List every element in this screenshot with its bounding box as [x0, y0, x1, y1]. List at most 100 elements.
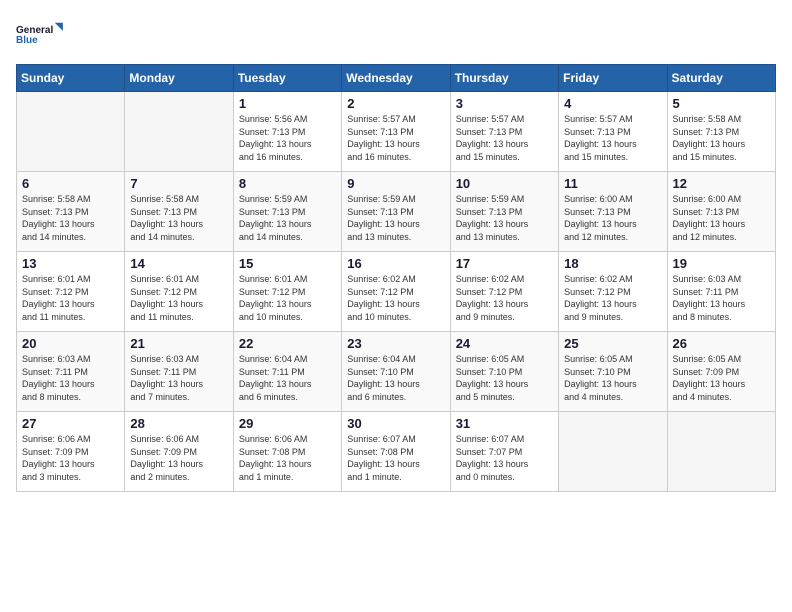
calendar-cell: 14 Sunrise: 6:01 AM Sunset: 7:12 PM Dayli… [125, 252, 233, 332]
day-info: Sunrise: 6:06 AM Sunset: 7:09 PM Dayligh… [130, 433, 227, 483]
logo: General Blue [16, 16, 66, 52]
calendar-cell: 24 Sunrise: 6:05 AM Sunset: 7:10 PM Dayli… [450, 332, 558, 412]
day-number: 19 [673, 256, 770, 271]
svg-text:General: General [16, 25, 53, 36]
day-header-wednesday: Wednesday [342, 65, 450, 92]
day-number: 23 [347, 336, 444, 351]
calendar-cell: 10Sunrise: 5:59 AM Sunset: 7:13 PM Dayli… [450, 172, 558, 252]
day-info: Sunrise: 5:59 AM Sunset: 7:13 PM Dayligh… [239, 193, 336, 243]
day-info: Sunrise: 5:57 AM Sunset: 7:13 PM Dayligh… [564, 113, 661, 163]
calendar-week-1: 1 Sunrise: 5:56 AM Sunset: 7:13 PM Daylig… [17, 92, 776, 172]
day-info: Sunrise: 6:07 AM Sunset: 7:08 PM Dayligh… [347, 433, 444, 483]
day-info: Sunrise: 6:06 AM Sunset: 7:09 PM Dayligh… [22, 433, 119, 483]
calendar-cell: 1 Sunrise: 5:56 AM Sunset: 7:13 PM Daylig… [233, 92, 341, 172]
day-number: 25 [564, 336, 661, 351]
calendar-cell: 6Sunrise: 5:58 AM Sunset: 7:13 PM Daylig… [17, 172, 125, 252]
calendar-cell: 29 Sunrise: 6:06 AM Sunset: 7:08 PM Dayli… [233, 412, 341, 492]
day-header-monday: Monday [125, 65, 233, 92]
calendar-cell: 26 Sunrise: 6:05 AM Sunset: 7:09 PM Dayli… [667, 332, 775, 412]
day-number: 9 [347, 176, 444, 191]
day-info: Sunrise: 6:01 AM Sunset: 7:12 PM Dayligh… [22, 273, 119, 323]
day-number: 24 [456, 336, 553, 351]
calendar-cell [667, 412, 775, 492]
calendar-cell: 3 Sunrise: 5:57 AM Sunset: 7:13 PM Daylig… [450, 92, 558, 172]
calendar-cell: 30 Sunrise: 6:07 AM Sunset: 7:08 PM Dayli… [342, 412, 450, 492]
day-info: Sunrise: 6:02 AM Sunset: 7:12 PM Dayligh… [456, 273, 553, 323]
calendar-cell: 17 Sunrise: 6:02 AM Sunset: 7:12 PM Dayli… [450, 252, 558, 332]
day-header-friday: Friday [559, 65, 667, 92]
calendar-cell: 11 Sunrise: 6:00 AM Sunset: 7:13 PM Dayli… [559, 172, 667, 252]
day-info: Sunrise: 5:58 AM Sunset: 7:13 PM Dayligh… [673, 113, 770, 163]
day-info: Sunrise: 5:57 AM Sunset: 7:13 PM Dayligh… [456, 113, 553, 163]
day-number: 13 [22, 256, 119, 271]
day-header-thursday: Thursday [450, 65, 558, 92]
day-number: 15 [239, 256, 336, 271]
logo-icon: General Blue [16, 16, 66, 52]
calendar-cell: 25 Sunrise: 6:05 AM Sunset: 7:10 PM Dayli… [559, 332, 667, 412]
calendar-cell: 20 Sunrise: 6:03 AM Sunset: 7:11 PM Dayli… [17, 332, 125, 412]
day-info: Sunrise: 6:05 AM Sunset: 7:10 PM Dayligh… [456, 353, 553, 403]
day-number: 26 [673, 336, 770, 351]
calendar-cell: 9 Sunrise: 5:59 AM Sunset: 7:13 PM Daylig… [342, 172, 450, 252]
day-number: 16 [347, 256, 444, 271]
day-header-sunday: Sunday [17, 65, 125, 92]
day-number: 30 [347, 416, 444, 431]
calendar-cell [17, 92, 125, 172]
day-number: 28 [130, 416, 227, 431]
svg-text:Blue: Blue [16, 35, 38, 46]
day-info: Sunrise: 6:02 AM Sunset: 7:12 PM Dayligh… [347, 273, 444, 323]
day-info: Sunrise: 6:00 AM Sunset: 7:13 PM Dayligh… [564, 193, 661, 243]
day-info: Sunrise: 6:02 AM Sunset: 7:12 PM Dayligh… [564, 273, 661, 323]
calendar-week-5: 27 Sunrise: 6:06 AM Sunset: 7:09 PM Dayli… [17, 412, 776, 492]
calendar-cell: 16 Sunrise: 6:02 AM Sunset: 7:12 PM Dayli… [342, 252, 450, 332]
day-info: Sunrise: 6:04 AM Sunset: 7:10 PM Dayligh… [347, 353, 444, 403]
day-number: 29 [239, 416, 336, 431]
calendar-cell: 12Sunrise: 6:00 AM Sunset: 7:13 PM Dayli… [667, 172, 775, 252]
day-info: Sunrise: 5:57 AM Sunset: 7:13 PM Dayligh… [347, 113, 444, 163]
day-number: 12 [673, 176, 770, 191]
calendar-table: SundayMondayTuesdayWednesdayThursdayFrid… [16, 64, 776, 492]
calendar-cell: 5Sunrise: 5:58 AM Sunset: 7:13 PM Daylig… [667, 92, 775, 172]
day-info: Sunrise: 6:05 AM Sunset: 7:09 PM Dayligh… [673, 353, 770, 403]
calendar-cell: 18 Sunrise: 6:02 AM Sunset: 7:12 PM Dayli… [559, 252, 667, 332]
calendar-cell: 8Sunrise: 5:59 AM Sunset: 7:13 PM Daylig… [233, 172, 341, 252]
day-info: Sunrise: 6:03 AM Sunset: 7:11 PM Dayligh… [130, 353, 227, 403]
calendar-cell [559, 412, 667, 492]
calendar-week-4: 20 Sunrise: 6:03 AM Sunset: 7:11 PM Dayli… [17, 332, 776, 412]
day-info: Sunrise: 6:05 AM Sunset: 7:10 PM Dayligh… [564, 353, 661, 403]
day-number: 10 [456, 176, 553, 191]
calendar-cell: 21 Sunrise: 6:03 AM Sunset: 7:11 PM Dayli… [125, 332, 233, 412]
calendar-cell: 13 Sunrise: 6:01 AM Sunset: 7:12 PM Dayli… [17, 252, 125, 332]
calendar-cell: 28 Sunrise: 6:06 AM Sunset: 7:09 PM Dayli… [125, 412, 233, 492]
calendar-cell: 2 Sunrise: 5:57 AM Sunset: 7:13 PM Daylig… [342, 92, 450, 172]
day-info: Sunrise: 5:59 AM Sunset: 7:13 PM Dayligh… [347, 193, 444, 243]
day-number: 1 [239, 96, 336, 111]
day-number: 22 [239, 336, 336, 351]
day-info: Sunrise: 6:07 AM Sunset: 7:07 PM Dayligh… [456, 433, 553, 483]
day-info: Sunrise: 5:56 AM Sunset: 7:13 PM Dayligh… [239, 113, 336, 163]
day-number: 21 [130, 336, 227, 351]
calendar-cell: 31Sunrise: 6:07 AM Sunset: 7:07 PM Dayli… [450, 412, 558, 492]
day-info: Sunrise: 6:03 AM Sunset: 7:11 PM Dayligh… [673, 273, 770, 323]
day-number: 20 [22, 336, 119, 351]
day-number: 18 [564, 256, 661, 271]
day-info: Sunrise: 6:04 AM Sunset: 7:11 PM Dayligh… [239, 353, 336, 403]
calendar-cell: 15 Sunrise: 6:01 AM Sunset: 7:12 PM Dayli… [233, 252, 341, 332]
calendar-cell: 19 Sunrise: 6:03 AM Sunset: 7:11 PM Dayli… [667, 252, 775, 332]
day-number: 11 [564, 176, 661, 191]
day-number: 17 [456, 256, 553, 271]
calendar-cell: 7Sunrise: 5:58 AM Sunset: 7:13 PM Daylig… [125, 172, 233, 252]
day-number: 27 [22, 416, 119, 431]
day-info: Sunrise: 6:06 AM Sunset: 7:08 PM Dayligh… [239, 433, 336, 483]
day-info: Sunrise: 6:03 AM Sunset: 7:11 PM Dayligh… [22, 353, 119, 403]
day-number: 4 [564, 96, 661, 111]
calendar-header-row: SundayMondayTuesdayWednesdayThursdayFrid… [17, 65, 776, 92]
day-number: 2 [347, 96, 444, 111]
page-header: General Blue [16, 16, 776, 52]
calendar-cell [125, 92, 233, 172]
day-number: 14 [130, 256, 227, 271]
day-header-saturday: Saturday [667, 65, 775, 92]
day-info: Sunrise: 6:01 AM Sunset: 7:12 PM Dayligh… [130, 273, 227, 323]
day-info: Sunrise: 6:01 AM Sunset: 7:12 PM Dayligh… [239, 273, 336, 323]
day-number: 3 [456, 96, 553, 111]
